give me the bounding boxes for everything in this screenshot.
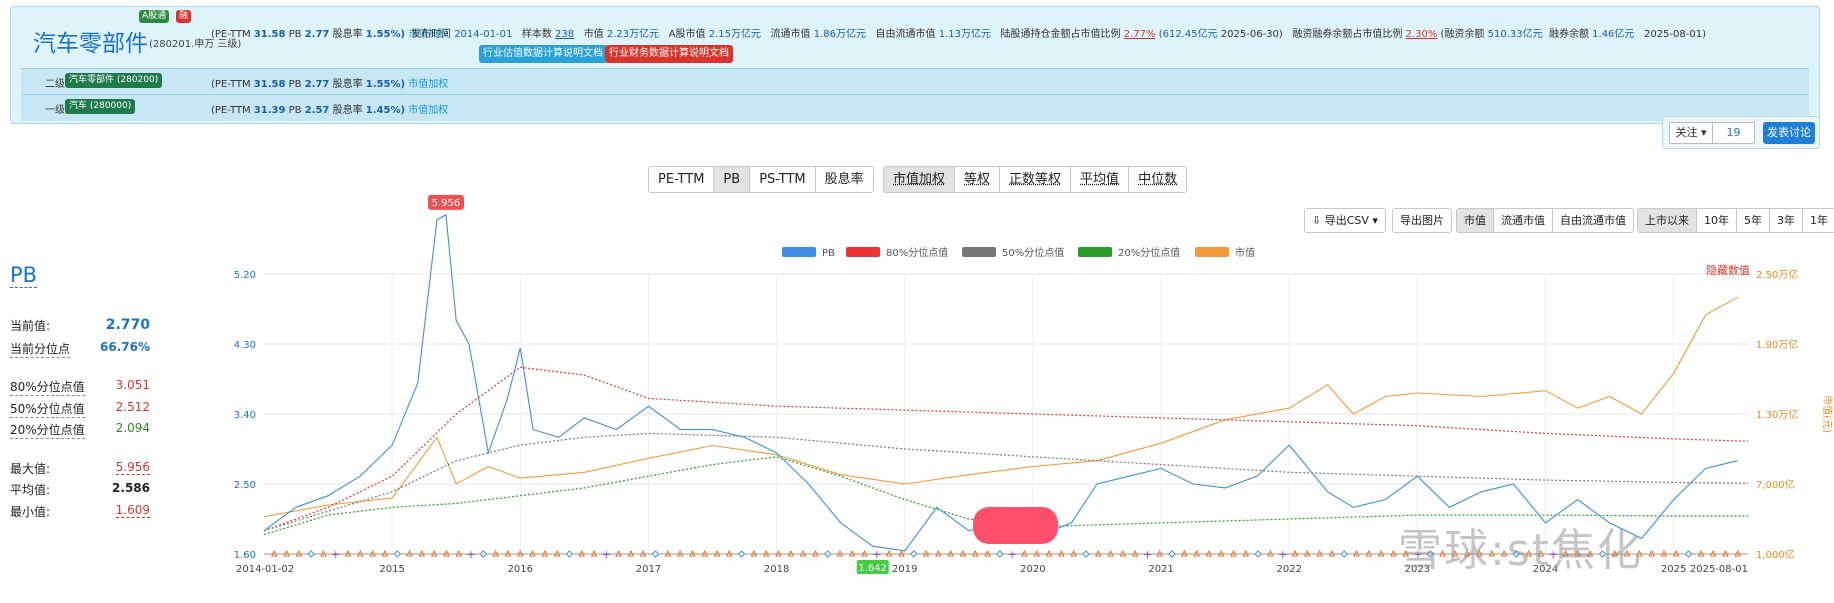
event-diamond-icon: [737, 550, 746, 558]
event-diamond-icon: [565, 550, 574, 558]
min-label-text: 1.642: [858, 563, 887, 574]
legend-label: 80%分位点值: [886, 246, 948, 259]
event-plus-icon: +: [1278, 548, 1287, 561]
x-tick-label: 2015: [379, 564, 404, 575]
event-diamond-icon: [1340, 550, 1348, 558]
y-left-tick-label: 4.30: [234, 340, 256, 351]
redaction-mark: [973, 507, 1058, 544]
event-plus-icon: +: [1008, 548, 1017, 561]
event-diamond-icon: [307, 550, 315, 558]
y-right-axis-label: 市值(元): [1821, 395, 1834, 433]
x-tick-label: 2019: [892, 564, 917, 575]
x-tick-label: 2017: [636, 564, 661, 575]
y-right-tick-label: 1.90万亿: [1756, 338, 1798, 351]
legend-label: 20%分位点值: [1118, 246, 1180, 259]
y-left-tick-label: 1.60: [234, 550, 256, 561]
x-tick-label: 2020: [1020, 564, 1045, 575]
watermark-text: 雪球:st焦化: [1398, 525, 1643, 576]
legend-label: 市值: [1235, 246, 1255, 259]
event-diamond-icon: [996, 550, 1004, 558]
x-tick-label: 2021: [1148, 564, 1173, 575]
event-plus-icon: +: [602, 548, 611, 561]
x-tick-label: 2025: [1661, 564, 1686, 575]
y-left-tick-label: 3.40: [234, 410, 256, 421]
event-diamond-icon: [393, 550, 401, 558]
max-label-text: 5.956: [432, 198, 461, 209]
event-diamond-icon: [651, 550, 660, 558]
event-diamond-icon: [479, 550, 488, 558]
y-right-tick-label: 1,000亿: [1756, 548, 1795, 561]
y-right-tick-label: 7,000亿: [1756, 478, 1795, 491]
event-diamond-icon: [1254, 550, 1262, 558]
event-diamond-icon: [910, 550, 918, 558]
x-tick-label: 2016: [508, 564, 533, 575]
event-plus-icon: +: [872, 548, 881, 561]
legend-label: PB: [822, 248, 835, 259]
y-right-tick-label: 2.50万亿: [1756, 268, 1798, 281]
event-diamond-icon: [1082, 550, 1090, 558]
legend-label: 50%分位点值: [1002, 246, 1064, 259]
x-tick-label: 2018: [764, 564, 789, 575]
y-left-tick-label: 2.50: [234, 480, 256, 491]
hide-values-link[interactable]: 隐藏数值: [1706, 262, 1750, 278]
legend-swatch: [1195, 247, 1229, 257]
event-diamond-icon: [1684, 550, 1693, 558]
x-tick-label: 2025-08-01: [1690, 564, 1748, 575]
event-plus-icon: +: [466, 548, 475, 561]
legend-swatch: [962, 247, 996, 257]
pb-history-chart[interactable]: 1.60 2.50 3.40 4.30 5.20 1,000亿 7,000亿 1.30万亿 1.…: [0, 0, 1834, 603]
event-diamond-icon: [1168, 550, 1176, 558]
event-plus-icon: +: [331, 548, 340, 561]
legend-swatch: [782, 247, 816, 257]
event-diamond-icon: [823, 550, 832, 558]
x-tick-label: 2014-01-02: [236, 564, 294, 575]
y-left-tick-label: 5.20: [234, 270, 256, 281]
legend-swatch: [1078, 247, 1112, 257]
y-right-tick-label: 1.30万亿: [1756, 408, 1798, 421]
x-tick-label: 2022: [1276, 564, 1301, 575]
event-plus-icon: +: [1143, 548, 1152, 561]
legend-swatch: [846, 247, 880, 257]
